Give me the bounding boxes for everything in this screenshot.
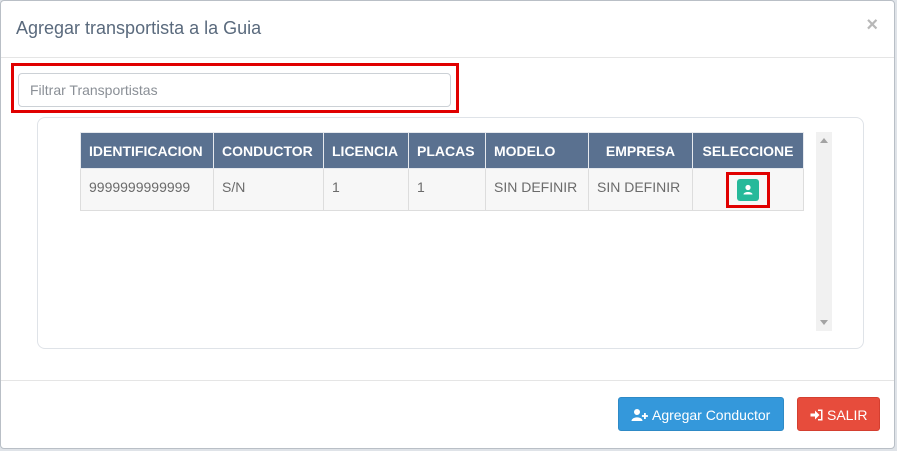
table-scrollbar[interactable] xyxy=(816,132,832,331)
cell-modelo: SIN DEFINIR xyxy=(485,168,589,211)
exit-label: SALIR xyxy=(827,407,868,423)
select-highlight-box xyxy=(726,171,770,208)
sign-in-icon xyxy=(810,409,823,421)
cell-seleccione xyxy=(692,168,804,211)
scroll-down-arrow-icon[interactable] xyxy=(820,320,828,325)
column-header-identificacion: IDENTIFICACION xyxy=(80,132,214,169)
cell-placas: 1 xyxy=(408,168,486,211)
exit-button[interactable]: SALIR xyxy=(797,397,880,431)
modal-title: Agregar transportista a la Guia xyxy=(16,18,262,38)
column-header-seleccione: SELECCIONE xyxy=(692,132,804,169)
close-button[interactable]: × xyxy=(866,15,878,35)
cell-conductor: S/N xyxy=(213,168,324,211)
column-header-modelo: MODELO xyxy=(485,132,589,169)
add-driver-label: Agregar Conductor xyxy=(652,407,771,423)
user-icon xyxy=(743,184,753,194)
column-header-conductor: CONDUCTOR xyxy=(213,132,324,169)
modal-footer: Agregar Conductor SALIR xyxy=(1,380,894,451)
cell-identificacion: 9999999999999 xyxy=(80,168,214,211)
cell-licencia: 1 xyxy=(323,168,409,211)
select-transportista-button[interactable] xyxy=(737,178,759,201)
user-plus-icon xyxy=(631,409,648,422)
column-header-empresa: EMPRESA xyxy=(588,132,693,169)
cell-empresa: SIN DEFINIR xyxy=(588,168,693,211)
column-header-licencia: LICENCIA xyxy=(323,132,409,169)
column-header-placas: PLACAS xyxy=(408,132,486,169)
transportistas-table: IDENTIFICACION CONDUCTOR LICENCIA PLACAS… xyxy=(80,132,804,211)
scroll-up-arrow-icon[interactable] xyxy=(820,138,828,143)
modal-dialog: Agregar transportista a la Guia × IDENTI… xyxy=(0,0,895,449)
add-driver-button[interactable]: Agregar Conductor xyxy=(618,397,784,431)
table-header-row: IDENTIFICACION CONDUCTOR LICENCIA PLACAS… xyxy=(80,132,804,169)
modal-header: Agregar transportista a la Guia × xyxy=(1,1,894,58)
filter-transportistas-input[interactable] xyxy=(18,73,451,107)
table-row: 9999999999999 S/N 1 1 SIN DEFINIR SIN DE… xyxy=(80,168,804,211)
